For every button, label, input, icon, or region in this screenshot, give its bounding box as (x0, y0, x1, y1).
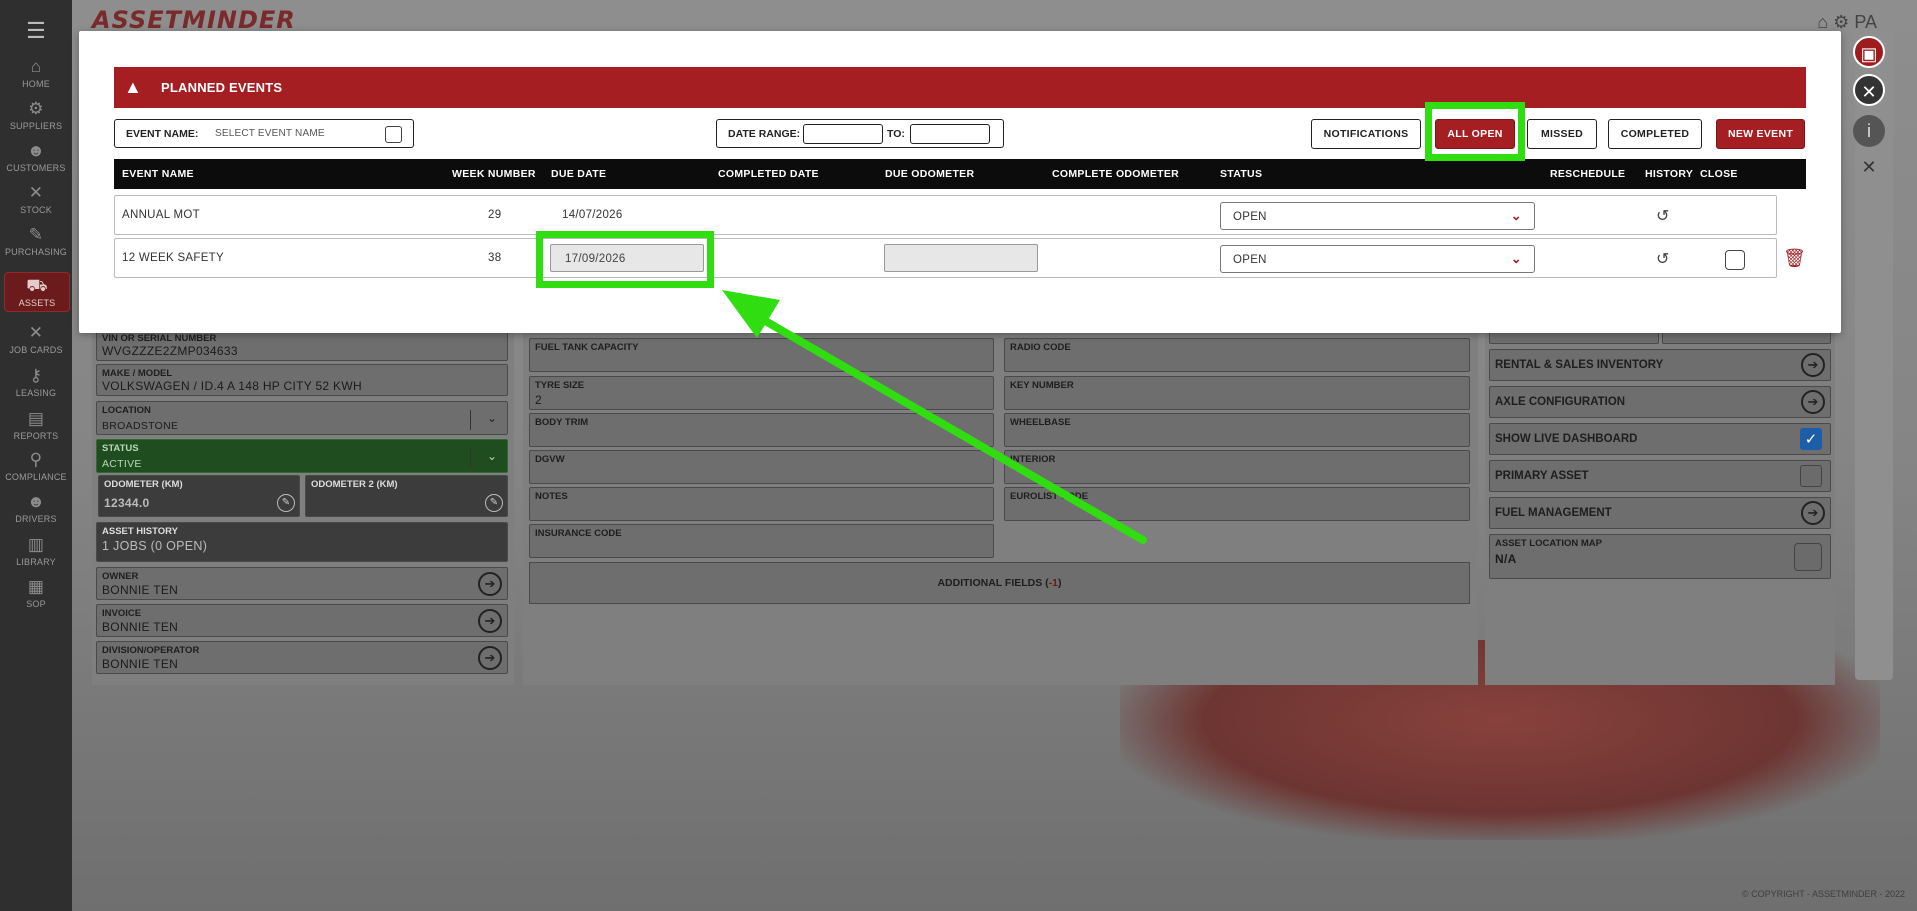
annotation-arrow (722, 290, 1147, 544)
